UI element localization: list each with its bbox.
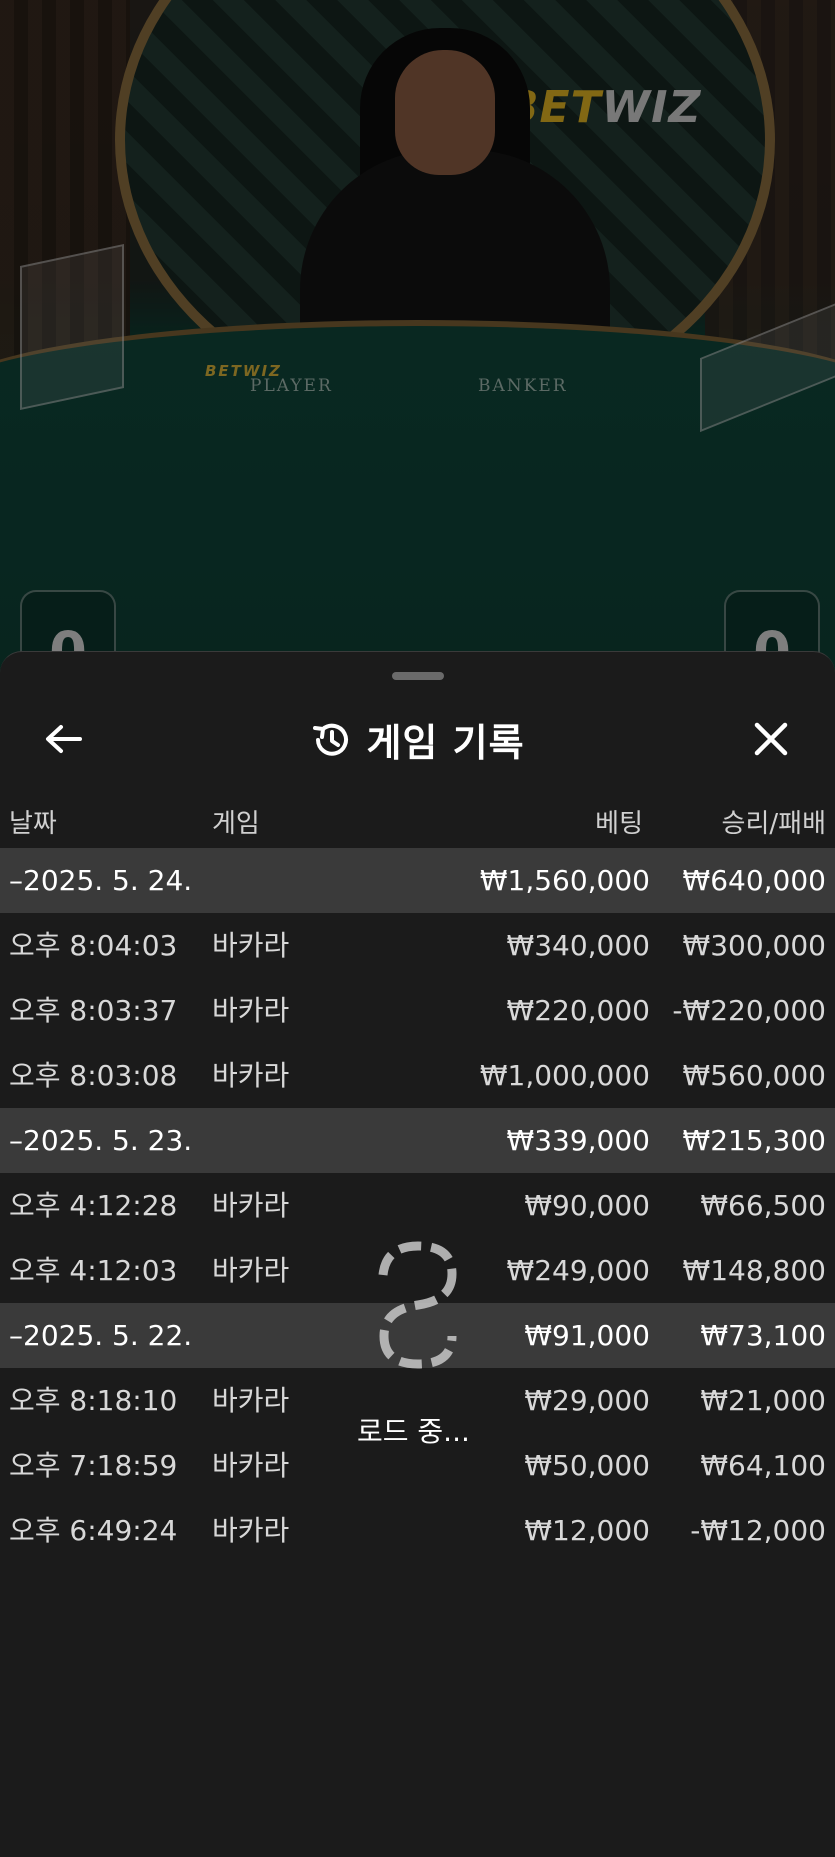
row-time: 오후 8:18:10	[9, 1384, 178, 1417]
row-game: 바카라	[212, 1384, 290, 1417]
group-date: –2025. 5. 24.	[9, 864, 193, 897]
group-date: –2025. 5. 23.	[9, 1124, 193, 1157]
history-icon	[313, 723, 349, 756]
row-bet: ₩220,000	[506, 994, 650, 1027]
row-result: -₩220,000	[672, 994, 826, 1027]
row-bet: ₩1,000,000	[479, 1059, 650, 1092]
table-row[interactable]: 오후 8:04:03 바카라 ₩340,000 ₩300,000	[0, 913, 835, 978]
row-game: 바카라	[212, 1449, 290, 1482]
date-group-row[interactable]: –2025. 5. 23. ₩339,000 ₩215,300	[0, 1108, 835, 1173]
group-date: –2025. 5. 22.	[9, 1319, 193, 1352]
sheet-title: 게임 기록	[366, 721, 525, 765]
date-group-row[interactable]: –2025. 5. 24. ₩1,560,000 ₩640,000	[0, 848, 835, 913]
loading-text: 로드 중...	[357, 1415, 470, 1448]
row-bet: ₩50,000	[524, 1449, 650, 1482]
row-time: 오후 8:03:08	[9, 1059, 178, 1092]
row-game: 바카라	[212, 994, 290, 1027]
row-time: 오후 8:04:03	[9, 929, 178, 962]
row-bet: ₩29,000	[524, 1384, 650, 1417]
row-result: -₩12,000	[690, 1514, 826, 1547]
column-header-bet[interactable]: 베팅	[595, 803, 643, 840]
group-bet-total: ₩91,000	[524, 1319, 650, 1352]
group-result-total: ₩73,100	[700, 1319, 826, 1352]
group-result-total: ₩640,000	[682, 864, 826, 897]
history-table: –2025. 5. 24. ₩1,560,000 ₩640,000 오후 8:0…	[0, 848, 835, 1563]
loading-spinner-icon	[378, 1241, 457, 1369]
sheet-title-group: 게임 기록	[0, 712, 835, 767]
row-time: 오후 4:12:03	[9, 1254, 178, 1287]
row-result: ₩148,800	[682, 1254, 826, 1287]
row-time: 오후 7:18:59	[9, 1449, 178, 1482]
row-bet: ₩90,000	[524, 1189, 650, 1222]
table-row[interactable]: 오후 4:12:28 바카라 ₩90,000 ₩66,500	[0, 1173, 835, 1238]
row-game: 바카라	[212, 1514, 290, 1547]
table-row[interactable]: 오후 8:03:37 바카라 ₩220,000 -₩220,000	[0, 978, 835, 1043]
group-bet-total: ₩1,560,000	[479, 864, 650, 897]
column-header-date[interactable]: 날짜	[9, 803, 57, 840]
row-result: ₩66,500	[700, 1189, 826, 1222]
group-bet-total: ₩339,000	[506, 1124, 650, 1157]
close-icon	[754, 722, 788, 756]
column-header-game[interactable]: 게임	[212, 803, 260, 840]
row-result: ₩64,100	[700, 1449, 826, 1482]
table-row[interactable]: 오후 8:03:08 바카라 ₩1,000,000 ₩560,000	[0, 1043, 835, 1108]
column-header-result[interactable]: 승리/패배	[722, 803, 826, 840]
sheet-drag-handle[interactable]	[392, 672, 444, 680]
row-time: 오후 8:03:37	[9, 994, 178, 1027]
row-game: 바카라	[212, 1254, 290, 1287]
row-result: ₩21,000	[700, 1384, 826, 1417]
live-video-stream: BETWIZ BETWIZ PLAYER BANKER 0 0	[0, 0, 835, 700]
close-button[interactable]	[746, 714, 796, 764]
row-game: 바카라	[212, 929, 290, 962]
row-time: 오후 4:12:28	[9, 1189, 178, 1222]
video-dim-overlay	[0, 0, 835, 700]
row-bet: ₩249,000	[506, 1254, 650, 1287]
row-result: ₩300,000	[682, 929, 826, 962]
row-game: 바카라	[212, 1059, 290, 1092]
row-bet: ₩12,000	[524, 1514, 650, 1547]
table-row[interactable]: 오후 6:49:24 바카라 ₩12,000 -₩12,000	[0, 1498, 835, 1563]
row-game: 바카라	[212, 1189, 290, 1222]
sheet-header: 게임 기록	[0, 702, 835, 772]
row-bet: ₩340,000	[506, 929, 650, 962]
row-result: ₩560,000	[682, 1059, 826, 1092]
row-time: 오후 6:49:24	[9, 1514, 178, 1547]
group-result-total: ₩215,300	[682, 1124, 826, 1157]
